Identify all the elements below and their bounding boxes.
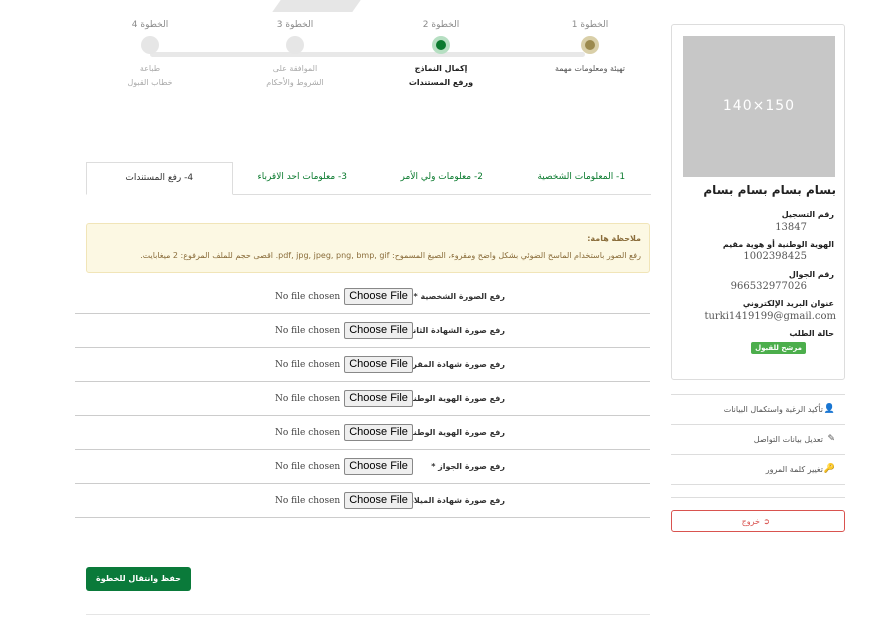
file-input[interactable]: No file chosen Choose File: [275, 288, 413, 305]
key-icon: 🔑: [823, 464, 835, 474]
step-label: الموافقة على الشروط والأحكام: [266, 64, 324, 87]
divider: [86, 614, 650, 615]
upload-label: رفع الصورة الشخصية *: [413, 292, 505, 301]
email-label: عنوان البريد الإلكتروني: [742, 299, 834, 308]
step-3: الخطوة 3 الموافقة على الشروط والأحكام: [240, 20, 350, 90]
upload-row: رفع صورة الجواز * No file chosen Choose …: [75, 450, 650, 484]
logout-label: خروج: [741, 517, 760, 526]
menu-item-edit-contact[interactable]: ✎ تعديل بيانات التواصل: [671, 425, 845, 455]
choose-file-button[interactable]: Choose File: [344, 356, 413, 373]
id-label: الهوية الوطنية أو هوية مقيم: [722, 240, 834, 249]
logout-icon: ➲: [763, 517, 770, 526]
no-file-text: No file chosen: [275, 325, 341, 336]
user-icon: 👤: [823, 404, 835, 414]
choose-file-button[interactable]: Choose File: [344, 458, 413, 475]
upload-row: رفع صورة شهادة المقررات (إن وجدت) No fil…: [75, 348, 650, 382]
logout-button[interactable]: ➲ خروج: [671, 510, 845, 532]
decorative-shape: [272, 0, 368, 12]
step-number: الخطوة 4: [131, 20, 169, 30]
tab-relative-info[interactable]: 3- معلومات احد الاقرباء: [233, 162, 373, 193]
no-file-text: No file chosen: [275, 495, 341, 506]
choose-file-button[interactable]: Choose File: [344, 322, 413, 339]
tab-personal-info[interactable]: 1- المعلومات الشخصية: [512, 162, 652, 193]
step-number: الخطوة 1: [571, 20, 609, 30]
note-title: ملاحظة هامة:: [587, 234, 641, 243]
no-file-text: No file chosen: [275, 359, 341, 370]
step-number: الخطوة 3: [276, 20, 314, 30]
file-input[interactable]: No file chosen Choose File: [275, 356, 413, 373]
upload-row: رفع صورة الهوية الوطنية أو هوية مقيم * N…: [75, 382, 650, 416]
id-value: 1002398425: [743, 251, 807, 262]
file-input[interactable]: No file chosen Choose File: [275, 390, 413, 407]
step-dot-active: [432, 36, 450, 54]
no-file-text: No file chosen: [275, 461, 341, 472]
choose-file-button[interactable]: Choose File: [344, 492, 413, 509]
step-dot-done: [581, 36, 599, 54]
file-input[interactable]: No file chosen Choose File: [275, 322, 413, 339]
step-label: تهيئة ومعلومات مهمة: [554, 64, 626, 73]
upload-row: رفع صورة شهادة الميلاد * No file chosen …: [75, 484, 650, 518]
divider: [671, 497, 845, 498]
status-badge: مرشح للقبول: [751, 342, 806, 354]
reg-label: رقم التسجيل: [781, 210, 834, 219]
no-file-text: No file chosen: [275, 291, 341, 302]
file-input[interactable]: No file chosen Choose File: [275, 492, 413, 509]
menu-item-confirm[interactable]: 👤 تأكيد الرغبة واستكمال البيانات: [671, 395, 845, 425]
note-body: رفع الصور باستخدام الماسح الضوئي بشكل وا…: [140, 251, 641, 260]
menu-item-change-password[interactable]: 🔑 تغيير كلمة المرور: [671, 455, 845, 485]
important-note: ملاحظة هامة: رفع الصور باستخدام الماسح ا…: [86, 223, 650, 273]
choose-file-button[interactable]: Choose File: [344, 390, 413, 407]
upload-row: رفع صورة الشهادة الثانوية * No file chos…: [75, 314, 650, 348]
mobile-value: 966532977026: [730, 281, 807, 292]
upload-row: رفع الصورة الشخصية * No file chosen Choo…: [75, 280, 650, 314]
steps-line: [150, 52, 585, 57]
profile-photo: 150×140: [683, 36, 835, 177]
step-label: إكمال النماذج ورفع المستندات: [408, 64, 474, 87]
file-input[interactable]: No file chosen Choose File: [275, 458, 413, 475]
no-file-text: No file chosen: [275, 393, 341, 404]
form-tabs: 1- المعلومات الشخصية 2- معلومات ولي الأم…: [86, 162, 651, 195]
side-menu: 👤 تأكيد الرغبة واستكمال البيانات ✎ تعديل…: [671, 394, 845, 498]
tab-upload-documents[interactable]: 4- رفع المستندات: [86, 162, 233, 195]
email-value: turki1419199@gmail.com: [704, 311, 836, 322]
step-number: الخطوة 2: [422, 20, 460, 30]
choose-file-button[interactable]: Choose File: [344, 288, 413, 305]
profile-name: بسام بسام بسام بسام: [703, 183, 836, 197]
step-label: طباعة خطاب القبول: [127, 64, 173, 87]
mobile-label: رقم الجوال: [788, 270, 834, 279]
step-4: الخطوة 4 طباعة خطاب القبول: [95, 20, 205, 90]
profile-card: 150×140 بسام بسام بسام بسام رقم التسجيل …: [671, 24, 845, 380]
step-dot: [286, 36, 304, 54]
menu-label: تغيير كلمة المرور: [765, 465, 823, 474]
status-label: حالة الطلب: [789, 329, 834, 338]
tab-guardian-info[interactable]: 2- معلومات ولي الأمر: [372, 162, 512, 193]
no-file-text: No file chosen: [275, 427, 341, 438]
edit-icon: ✎: [827, 434, 835, 444]
upload-label: رفع صورة شهادة الميلاد *: [402, 496, 505, 505]
upload-row: رفع صورة الهوية الوطنية للأم * No file c…: [75, 416, 650, 450]
page: الخطوة 1 تهيئة ومعلومات مهمة الخطوة 2 إك…: [0, 0, 873, 620]
choose-file-button[interactable]: Choose File: [344, 424, 413, 441]
reg-value: 13847: [775, 222, 807, 233]
menu-label: تأكيد الرغبة واستكمال البيانات: [723, 405, 823, 414]
progress-steps: الخطوة 1 تهيئة ومعلومات مهمة الخطوة 2 إك…: [95, 20, 655, 110]
upload-list: رفع الصورة الشخصية * No file chosen Choo…: [75, 280, 650, 518]
step-dot: [141, 36, 159, 54]
menu-label: تعديل بيانات التواصل: [753, 435, 823, 444]
save-next-button[interactable]: حفظ وانتقال للخطوة التالية: [86, 567, 191, 607]
upload-label: رفع صورة الجواز *: [431, 462, 505, 471]
step-1: الخطوة 1 تهيئة ومعلومات مهمة: [535, 20, 645, 76]
file-input[interactable]: No file chosen Choose File: [275, 424, 413, 441]
step-2: الخطوة 2 إكمال النماذج ورفع المستندات: [386, 20, 496, 90]
